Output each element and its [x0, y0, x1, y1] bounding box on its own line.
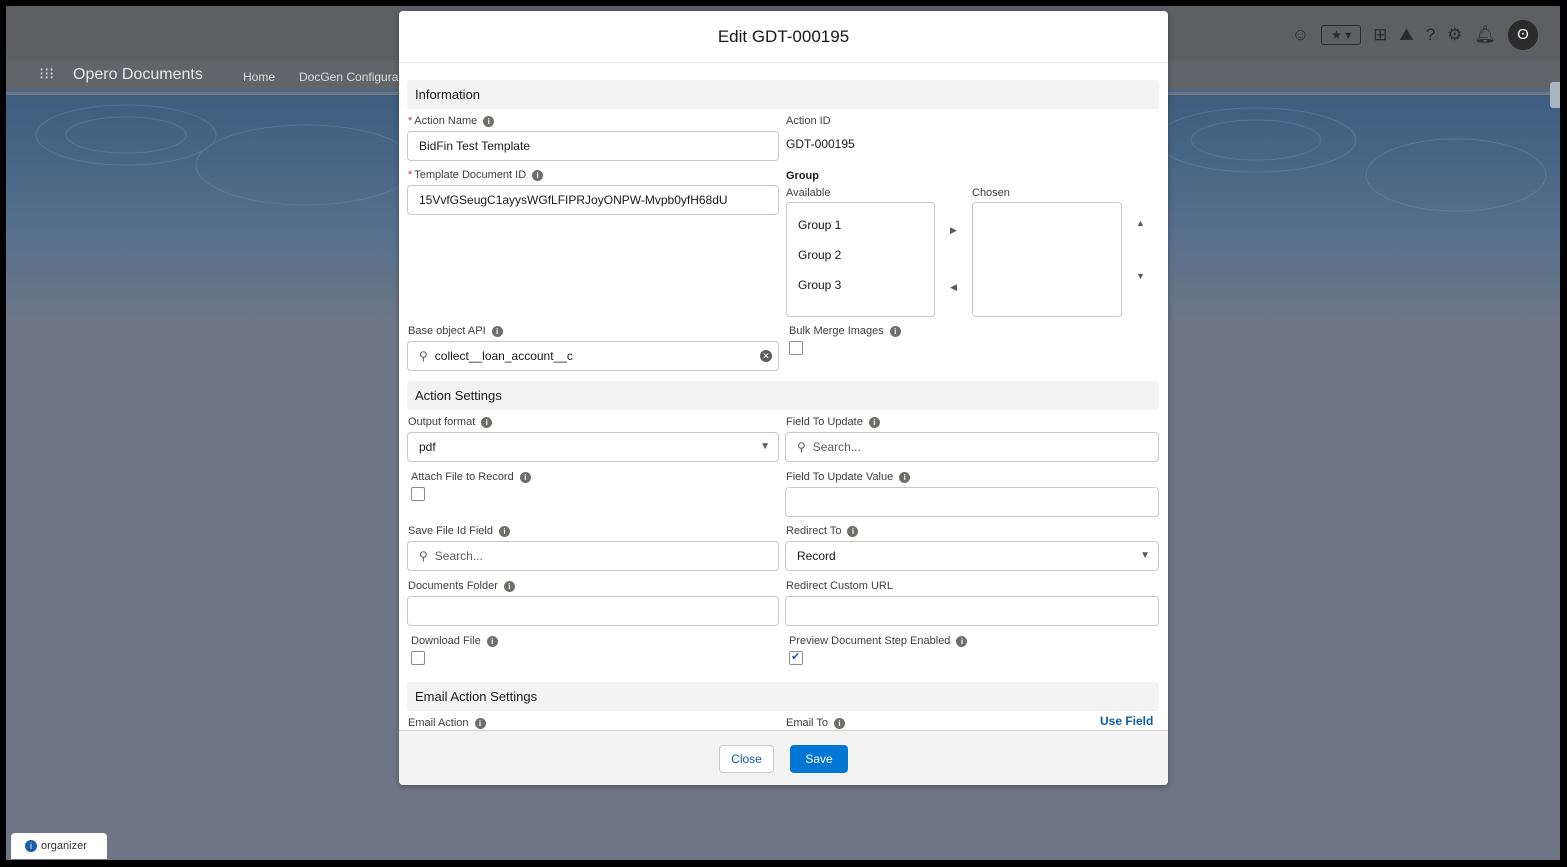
- move-right-icon[interactable]: ▶: [950, 225, 957, 236]
- section-information: Information: [407, 80, 1159, 109]
- info-icon: i: [519, 471, 531, 483]
- group-label: Group: [786, 170, 819, 182]
- organizer-icon: i: [25, 840, 37, 852]
- search-icon: ⚲: [797, 440, 806, 454]
- use-field-link[interactable]: Use Field: [1100, 714, 1153, 728]
- save-file-id-field-label: Save File Id Field i: [408, 525, 510, 537]
- attach-file-to-record-checkbox[interactable]: [411, 487, 425, 501]
- trailhead-icon[interactable]: ⛰: [1399, 24, 1413, 46]
- redirect-to-select[interactable]: Record ▼: [785, 541, 1159, 571]
- output-format-select[interactable]: pdf ▼: [407, 432, 779, 462]
- info-icon: i: [956, 635, 968, 647]
- action-name-label: * Action Name i: [408, 115, 495, 127]
- gear-face-icon[interactable]: ☺: [1292, 24, 1309, 46]
- favorites-icon[interactable]: ★ ▾: [1321, 25, 1362, 45]
- chevron-down-icon: ▼: [1140, 550, 1150, 561]
- action-id-value: GDT-000195: [786, 137, 855, 151]
- move-left-icon[interactable]: ◀: [950, 282, 957, 293]
- group-option[interactable]: Group 3: [798, 278, 841, 292]
- group-available-label: Available: [786, 187, 831, 199]
- action-name-input[interactable]: BidFin Test Template: [407, 131, 779, 161]
- avatar-icon[interactable]: ʘ: [1508, 20, 1538, 50]
- organizer-label: organizer: [41, 840, 87, 852]
- app-launcher-icon[interactable]: ⁝⁝⁝: [39, 66, 59, 86]
- attach-file-to-record-label: Attach File to Record i: [411, 471, 531, 483]
- info-icon: i: [483, 115, 495, 127]
- close-button[interactable]: Close: [719, 745, 774, 773]
- info-icon: i: [486, 635, 498, 647]
- bulk-merge-images-label: Bulk Merge Images i: [789, 325, 901, 337]
- download-file-label: Download File i: [411, 635, 498, 647]
- template-document-id-input[interactable]: 15VvfGSeugC1ayysWGfLFIPRJoyONPW-Mvpb0yfH…: [407, 185, 779, 215]
- save-file-id-field-input[interactable]: ⚲ Search...: [407, 541, 779, 571]
- info-icon: i: [491, 325, 503, 337]
- email-action-label: Email Action i: [408, 717, 486, 729]
- move-down-icon[interactable]: ▼: [1136, 271, 1145, 281]
- info-icon: i: [498, 525, 510, 537]
- nav-item-home[interactable]: Home: [243, 70, 275, 84]
- field-to-update-value-label: Field To Update Value i: [786, 471, 911, 483]
- group-option[interactable]: Group 1: [798, 218, 841, 232]
- modal-body[interactable]: Information * Action Name i BidFin Test Te…: [399, 64, 1168, 730]
- clear-icon[interactable]: ✕: [760, 350, 772, 362]
- move-up-icon[interactable]: ▲: [1136, 218, 1145, 228]
- field-to-update-value-input[interactable]: [785, 487, 1159, 517]
- save-button[interactable]: Save: [790, 745, 848, 773]
- group-available-list[interactable]: Group 1 Group 2 Group 3: [786, 202, 935, 317]
- redirect-custom-url-label: Redirect Custom URL: [786, 580, 893, 592]
- info-icon: i: [532, 169, 544, 181]
- info-icon: i: [481, 416, 493, 428]
- search-icon: ⚲: [419, 549, 428, 563]
- modal-title: Edit GDT-000195: [399, 11, 1168, 63]
- app-name: Opero Documents: [73, 66, 203, 83]
- add-icon[interactable]: ⊞: [1373, 24, 1387, 46]
- bulk-merge-images-checkbox[interactable]: [789, 341, 803, 355]
- download-file-checkbox[interactable]: [411, 651, 425, 665]
- chevron-down-icon: ▼: [760, 441, 770, 452]
- info-icon: i: [899, 471, 911, 483]
- field-to-update-input[interactable]: ⚲ Search...: [785, 432, 1159, 462]
- section-action-settings: Action Settings: [407, 381, 1159, 410]
- documents-folder-input[interactable]: [407, 596, 779, 626]
- notifications-icon[interactable]: 🔔︎: [1474, 24, 1496, 46]
- field-to-update-label: Field To Update i: [786, 416, 880, 428]
- base-object-api-input[interactable]: ⚲ collect__loan_account__c ✕: [407, 341, 779, 371]
- info-icon: i: [833, 717, 845, 729]
- group-chosen-label: Chosen: [972, 187, 1010, 199]
- redirect-to-label: Redirect To i: [786, 525, 859, 537]
- utility-icons: ☺ ★ ▾ ⊞ ⛰ ? ⚙ 🔔︎ ʘ: [1292, 20, 1538, 50]
- section-email-action-settings: Email Action Settings: [407, 682, 1159, 711]
- side-panel-tab[interactable]: [1550, 82, 1560, 108]
- organizer-tab[interactable]: i organizer: [11, 833, 107, 859]
- action-id-label: Action ID: [786, 115, 831, 127]
- modal-footer: Close Save: [399, 730, 1168, 785]
- info-icon: i: [474, 717, 486, 729]
- group-chosen-list[interactable]: [972, 202, 1122, 317]
- setup-icon[interactable]: ⚙: [1447, 24, 1462, 46]
- info-icon: i: [503, 580, 515, 592]
- group-option[interactable]: Group 2: [798, 248, 841, 262]
- nav-item-docgen-configuration[interactable]: DocGen Configura: [299, 70, 398, 84]
- search-icon: ⚲: [419, 349, 428, 363]
- info-icon: i: [889, 325, 901, 337]
- preview-document-step-enabled-label: Preview Document Step Enabled i: [789, 635, 968, 647]
- base-object-api-label: Base object API i: [408, 325, 503, 337]
- preview-document-step-enabled-checkbox[interactable]: [789, 650, 803, 665]
- email-to-label: Email To i: [786, 717, 845, 729]
- edit-modal: Edit GDT-000195 Information * Action Name…: [399, 11, 1168, 785]
- help-icon[interactable]: ?: [1426, 24, 1435, 46]
- output-format-label: Output format i: [408, 416, 493, 428]
- info-icon: i: [847, 525, 859, 537]
- redirect-custom-url-input[interactable]: [785, 596, 1159, 626]
- documents-folder-label: Documents Folder i: [408, 580, 515, 592]
- template-document-id-label: * Template Document ID i: [408, 169, 544, 181]
- info-icon: i: [868, 416, 880, 428]
